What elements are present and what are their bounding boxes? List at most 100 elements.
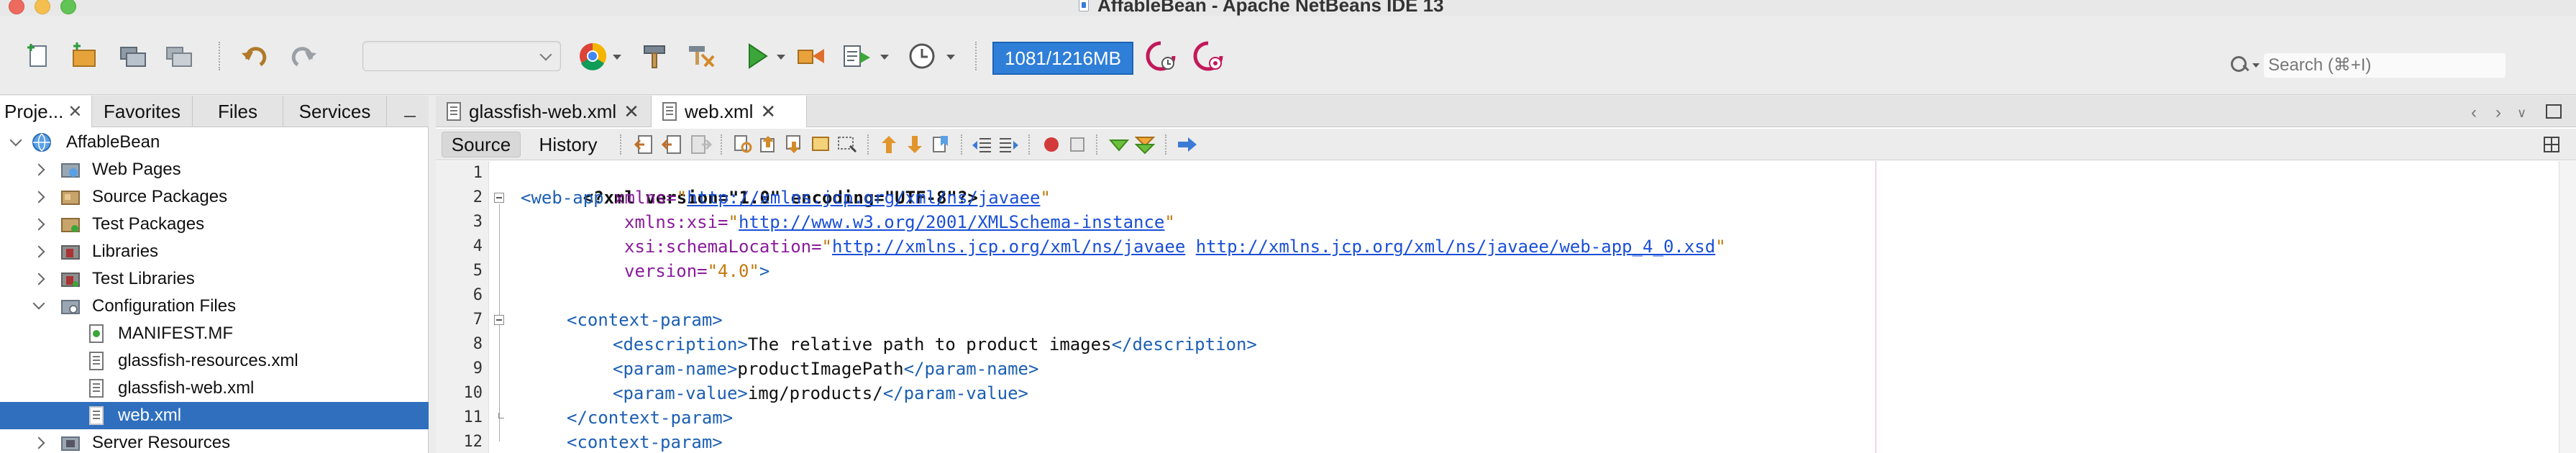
tree-item-glassfish-web[interactable]: glassfish-web.xml (0, 375, 429, 402)
tree-item-affablebean[interactable]: AffableBean (0, 129, 429, 156)
expand-arrow-icon[interactable] (32, 163, 45, 176)
expand-arrow-icon[interactable] (32, 436, 45, 449)
tree-item-libraries[interactable]: Libraries (0, 238, 429, 265)
source-tab[interactable]: Source (442, 132, 521, 157)
clean-build-icon[interactable] (683, 39, 718, 73)
expand-arrow-icon[interactable] (32, 273, 45, 285)
browser-chrome-icon[interactable] (575, 39, 610, 73)
expand-arrow-icon[interactable] (9, 134, 22, 147)
document-proxy-icon[interactable] (1079, 0, 1089, 12)
zoom-window-button[interactable] (60, 0, 76, 14)
last-edit-icon[interactable] (634, 133, 657, 156)
toggle-bookmark-icon[interactable] (929, 133, 952, 156)
vertical-scrollbar[interactable] (2559, 161, 2576, 453)
fold-toggle-icon[interactable] (494, 315, 504, 325)
expand-arrow-icon[interactable] (32, 218, 45, 231)
chevron-left-icon[interactable]: ‹ (2471, 103, 2477, 123)
start-macro-icon[interactable] (1040, 133, 1063, 156)
xml-link[interactable]: http://xmlns.jcp.org/xml/ns/javaee (687, 188, 1040, 208)
tab-projects[interactable]: Proje... ✕ (0, 96, 92, 127)
tree-item-glassfish-resources[interactable]: glassfish-resources.xml (0, 347, 429, 375)
profiler-snapshot-icon[interactable] (1143, 39, 1178, 73)
tree-item-configuration-files[interactable]: Configuration Files (0, 293, 429, 320)
shift-right-icon[interactable] (997, 133, 1020, 156)
redo-icon[interactable] (286, 39, 321, 73)
chevron-down-icon[interactable]: ∨ (2517, 106, 2526, 121)
xml-text: img/products/ (747, 383, 883, 403)
history-clock-icon[interactable] (905, 39, 939, 73)
minimize-panel-button[interactable] (401, 100, 423, 122)
undo-icon[interactable] (237, 39, 272, 73)
configuration-select[interactable] (362, 41, 561, 71)
close-icon[interactable]: ✕ (68, 101, 82, 122)
profiler-telemetry-icon[interactable] (1191, 39, 1225, 73)
expand-arrow-icon[interactable] (32, 245, 45, 258)
previous-bookmark-icon[interactable] (877, 133, 900, 156)
new-project-icon[interactable] (66, 39, 101, 73)
open-project-icon[interactable] (115, 39, 150, 73)
tree-item-test-packages[interactable]: Test Packages (0, 211, 429, 238)
chevron-down-icon[interactable] (2252, 63, 2260, 68)
fold-toggle-icon[interactable] (494, 193, 504, 203)
main-toolbar: 1081/1216MB (0, 16, 2576, 95)
xml-link[interactable]: http://www.w3.org/2001/XMLSchema-instanc… (739, 212, 1164, 232)
xml-attribute: xmlns= (603, 188, 677, 208)
tree-item-server-resources[interactable]: Server Resources (0, 429, 429, 453)
fold-end-marker (498, 413, 504, 418)
memory-usage-indicator[interactable]: 1081/1216MB (992, 42, 1133, 75)
line-number: 2 (472, 188, 483, 206)
tree-item-web-pages[interactable]: Web Pages (0, 156, 429, 183)
debug-icon[interactable] (794, 39, 828, 73)
close-icon[interactable]: ✕ (760, 101, 776, 123)
xsl-transform-icon[interactable] (1177, 133, 1200, 156)
code-editor[interactable]: <?xml version="1.0" encoding="UTF-8"?> <… (521, 161, 2570, 453)
new-file-icon[interactable] (22, 39, 56, 73)
close-icon[interactable]: ✕ (624, 101, 639, 123)
tree-item-manifest[interactable]: MANIFEST.MF (0, 320, 429, 347)
stop-macro-icon[interactable] (1066, 133, 1089, 156)
expand-arrow-icon[interactable] (32, 297, 45, 310)
xml-link[interactable]: http://xmlns.jcp.org/xml/ns/javaee (832, 237, 1185, 257)
back-icon[interactable] (661, 133, 685, 156)
check-file-icon[interactable] (1107, 133, 1131, 156)
build-hammer-icon[interactable] (637, 39, 672, 73)
xml-quote: " (1040, 188, 1051, 208)
tree-item-label: glassfish-resources.xml (118, 351, 298, 370)
validate-xml-icon[interactable] (1133, 133, 1156, 156)
xml-tag: > (759, 261, 770, 281)
close-window-button[interactable] (9, 0, 24, 14)
line-number: 11 (463, 408, 483, 426)
xml-link[interactable]: http://xmlns.jcp.org/xml/ns/javaee/web-a… (1196, 237, 1715, 257)
tab-glassfish-web-xml[interactable]: glassfish-web.xml ✕ (436, 96, 652, 127)
tab-services[interactable]: Services (283, 96, 387, 127)
history-tab[interactable]: History (525, 132, 611, 157)
forward-icon[interactable] (689, 133, 713, 156)
tab-favorites[interactable]: Favorites (92, 96, 193, 127)
maximize-window-icon[interactable] (2546, 104, 2562, 119)
xml-quote: " (1715, 237, 1726, 257)
find-next-icon[interactable] (784, 133, 807, 156)
shift-left-icon[interactable] (971, 133, 994, 156)
tab-web-xml[interactable]: web.xml ✕ (652, 96, 807, 127)
toggle-rect-selection-icon[interactable] (836, 133, 859, 156)
search-icon[interactable] (2229, 55, 2251, 76)
tree-item-label: AffableBean (66, 132, 160, 152)
code-line: xsi:schemaLocation="http://xmlns.jcp.org… (624, 234, 1726, 259)
run-play-icon[interactable] (739, 39, 774, 73)
find-previous-icon[interactable] (758, 133, 781, 156)
minimize-window-button[interactable] (35, 0, 50, 14)
toggle-highlight-icon[interactable] (810, 133, 833, 156)
tab-files[interactable]: Files (193, 96, 283, 127)
chevron-right-icon[interactable]: › (2495, 103, 2501, 123)
search-input[interactable] (2264, 53, 2506, 78)
split-editor-icon[interactable] (2543, 136, 2560, 153)
tree-item-source-packages[interactable]: Source Packages (0, 183, 429, 211)
profile-icon[interactable] (840, 39, 874, 73)
tree-item-test-libraries[interactable]: Test Libraries (0, 265, 429, 293)
close-project-icon[interactable] (161, 39, 196, 73)
next-bookmark-icon[interactable] (903, 133, 926, 156)
tree-item-web-xml[interactable]: web.xml (0, 402, 429, 429)
xml-quote: " (728, 212, 739, 232)
find-selection-icon[interactable] (732, 133, 755, 156)
expand-arrow-icon[interactable] (32, 191, 45, 203)
